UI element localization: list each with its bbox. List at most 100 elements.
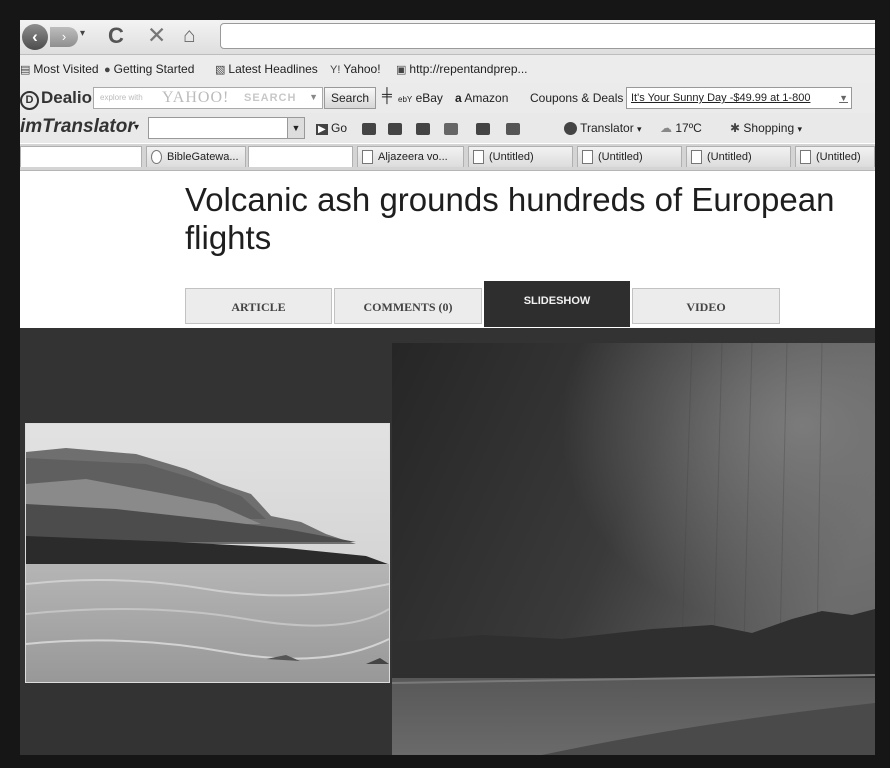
translator-menu[interactable]: Translator ▾ [564, 121, 642, 136]
dealio-logo-text: Dealio [41, 88, 93, 107]
browser-tab-strip: BibleGatewa... Aljazeera vo... (Untitled… [20, 144, 875, 171]
bookmark-label: Most Visited [33, 62, 99, 76]
puzzle-icon [362, 150, 373, 164]
translator-label: Translator [580, 121, 634, 135]
tab-article[interactable]: ARTICLE [185, 288, 332, 324]
amazon-icon: a [455, 91, 462, 105]
deal-ticker-text: It's Your Sunny Day -$49.99 at 1-800 [631, 92, 811, 104]
browser-tab[interactable]: BibleGatewa... [146, 146, 246, 167]
imtranslator-logo[interactable]: imTranslator [20, 116, 135, 138]
dealio-logo-icon: D [20, 91, 39, 110]
folder-icon: ▤ [20, 64, 31, 76]
chevron-down-icon: ▾ [637, 124, 642, 134]
bookmark-getting-started[interactable]: ● Getting Started [104, 62, 194, 76]
translate-input[interactable]: ▼ [148, 117, 305, 139]
tab-label: (Untitled) [707, 151, 752, 163]
browser-tab[interactable]: Aljazeera vo... [357, 146, 464, 167]
yahoo-brand: YAHOO! [162, 89, 230, 106]
spellcheck-icon[interactable] [444, 121, 458, 135]
bookmark-label: Yahoo! [343, 62, 381, 76]
tab-label: (Untitled) [598, 151, 643, 163]
bookmark-yahoo[interactable]: Y! Yahoo! [330, 62, 381, 76]
yahoo-search-input[interactable]: explore with YAHOO! SEARCH ▼ [93, 87, 323, 109]
chevron-down-icon: ▾ [797, 124, 802, 134]
amazon-label: Amazon [464, 91, 509, 105]
shopping-label: Shopping [743, 121, 795, 135]
chevron-down-icon[interactable]: ▾ [134, 122, 139, 133]
go-button[interactable]: ▶ Go [316, 121, 347, 135]
forward-arrow-icon[interactable]: › [50, 27, 78, 47]
browser-window: ‹ › ▾ C ✕ ⌂ ▤ Most Visited ● Getting Start… [20, 20, 875, 755]
weather-widget[interactable]: ☁ 17ºC [660, 121, 702, 135]
weather-icon: ☁ [660, 121, 672, 135]
deal-ticker[interactable]: It's Your Sunny Day -$49.99 at 1-800 ▼ [626, 87, 852, 109]
page-icon [691, 150, 702, 164]
home-icon[interactable]: ⌂ [183, 24, 196, 48]
browser-tab[interactable]: (Untitled) [686, 146, 791, 167]
navigation-bar: ‹ › ▾ C ✕ ⌂ [20, 20, 875, 55]
pin-icon[interactable]: ╪ [382, 87, 392, 103]
bookmark-label: Latest Headlines [228, 62, 318, 76]
slideshow-thumbnail[interactable] [25, 423, 390, 683]
chevron-down-icon[interactable]: ▼ [309, 92, 318, 102]
tab-slideshow[interactable]: SLIDESHOW [484, 281, 630, 327]
tab-label: (Untitled) [816, 151, 861, 163]
chevron-down-icon[interactable]: ▼ [287, 117, 305, 139]
browser-tab[interactable]: (Untitled) [795, 146, 875, 167]
coupons-deals-link[interactable]: Coupons & Deals [530, 91, 623, 105]
page-icon [582, 150, 593, 164]
tab-label: (Untitled) [489, 151, 534, 163]
temperature-label: 17ºC [675, 121, 702, 135]
slideshow-main-image[interactable] [392, 343, 875, 755]
dealio-toolbar: D Dealio explore with YAHOO! SEARCH ▼ Sea… [20, 83, 875, 113]
stop-icon[interactable]: ✕ [147, 22, 166, 49]
handshake-icon[interactable] [476, 121, 490, 135]
history-dropdown-icon[interactable]: ▾ [80, 28, 85, 39]
browser-tab[interactable]: (Untitled) [468, 146, 573, 167]
bookmark-repentandprep[interactable]: ▣ http://repentandprep... [396, 62, 528, 76]
yahoo-icon: Y! [330, 64, 341, 76]
firefox-icon: ● [104, 64, 111, 76]
slideshow-panel [20, 328, 875, 755]
amazon-link[interactable]: a Amazon [455, 91, 508, 105]
imtranslator-logo-text: imTranslator [20, 116, 135, 137]
browser-tab[interactable]: (Untitled) [577, 146, 682, 167]
shopping-icon: ✱ [730, 121, 741, 135]
page-icon [151, 150, 162, 164]
dictionary-icon[interactable] [388, 121, 402, 135]
bookmark-latest-headlines[interactable]: ▧ Latest Headlines [215, 62, 318, 76]
translator-toolbar: imTranslator ▾ ▼ ▶ Go Translator ▾ ☁ 17º… [20, 113, 875, 143]
browser-tab[interactable] [248, 146, 353, 167]
tab-label: Aljazeera vo... [378, 151, 448, 163]
keyboard-icon[interactable] [416, 121, 430, 135]
bookmark-label: Getting Started [113, 62, 195, 76]
chevron-down-icon[interactable]: ▼ [839, 88, 848, 108]
tab-video[interactable]: VIDEO [632, 288, 780, 324]
search-hint: explore with [100, 93, 143, 102]
url-bar[interactable] [220, 23, 875, 49]
reload-icon[interactable]: C [108, 23, 124, 49]
go-arrow-icon: ▶ [316, 124, 328, 135]
rss-icon: ▧ [215, 64, 226, 76]
back-arrow-icon[interactable]: ‹ [22, 24, 48, 50]
bird-icon[interactable] [506, 121, 520, 135]
ebay-icon: ebY [398, 95, 413, 104]
page-icon [473, 150, 484, 164]
speaker-icon[interactable] [362, 121, 376, 135]
go-label: Go [331, 121, 348, 135]
dealio-logo[interactable]: D Dealio [20, 88, 92, 110]
search-button[interactable]: Search [324, 87, 376, 109]
shopping-menu[interactable]: ✱ Shopping ▾ [730, 121, 802, 135]
web-page: Volcanic ash grounds hundreds of Europea… [20, 171, 875, 755]
globe-icon [564, 122, 577, 136]
browser-tab[interactable] [20, 146, 142, 167]
tab-label: BibleGatewa... [167, 151, 239, 163]
article-headline: Volcanic ash grounds hundreds of Europea… [185, 181, 835, 256]
cliff-river-photo [26, 424, 389, 682]
ash-cloud-photo [392, 343, 875, 755]
bookmark-most-visited[interactable]: ▤ Most Visited [20, 62, 99, 76]
ebay-link[interactable]: ebY eBay [398, 91, 443, 105]
search-label: SEARCH [244, 92, 297, 104]
tab-comments[interactable]: COMMENTS (0) [334, 288, 482, 324]
bookmark-label: http://repentandprep... [409, 62, 528, 76]
